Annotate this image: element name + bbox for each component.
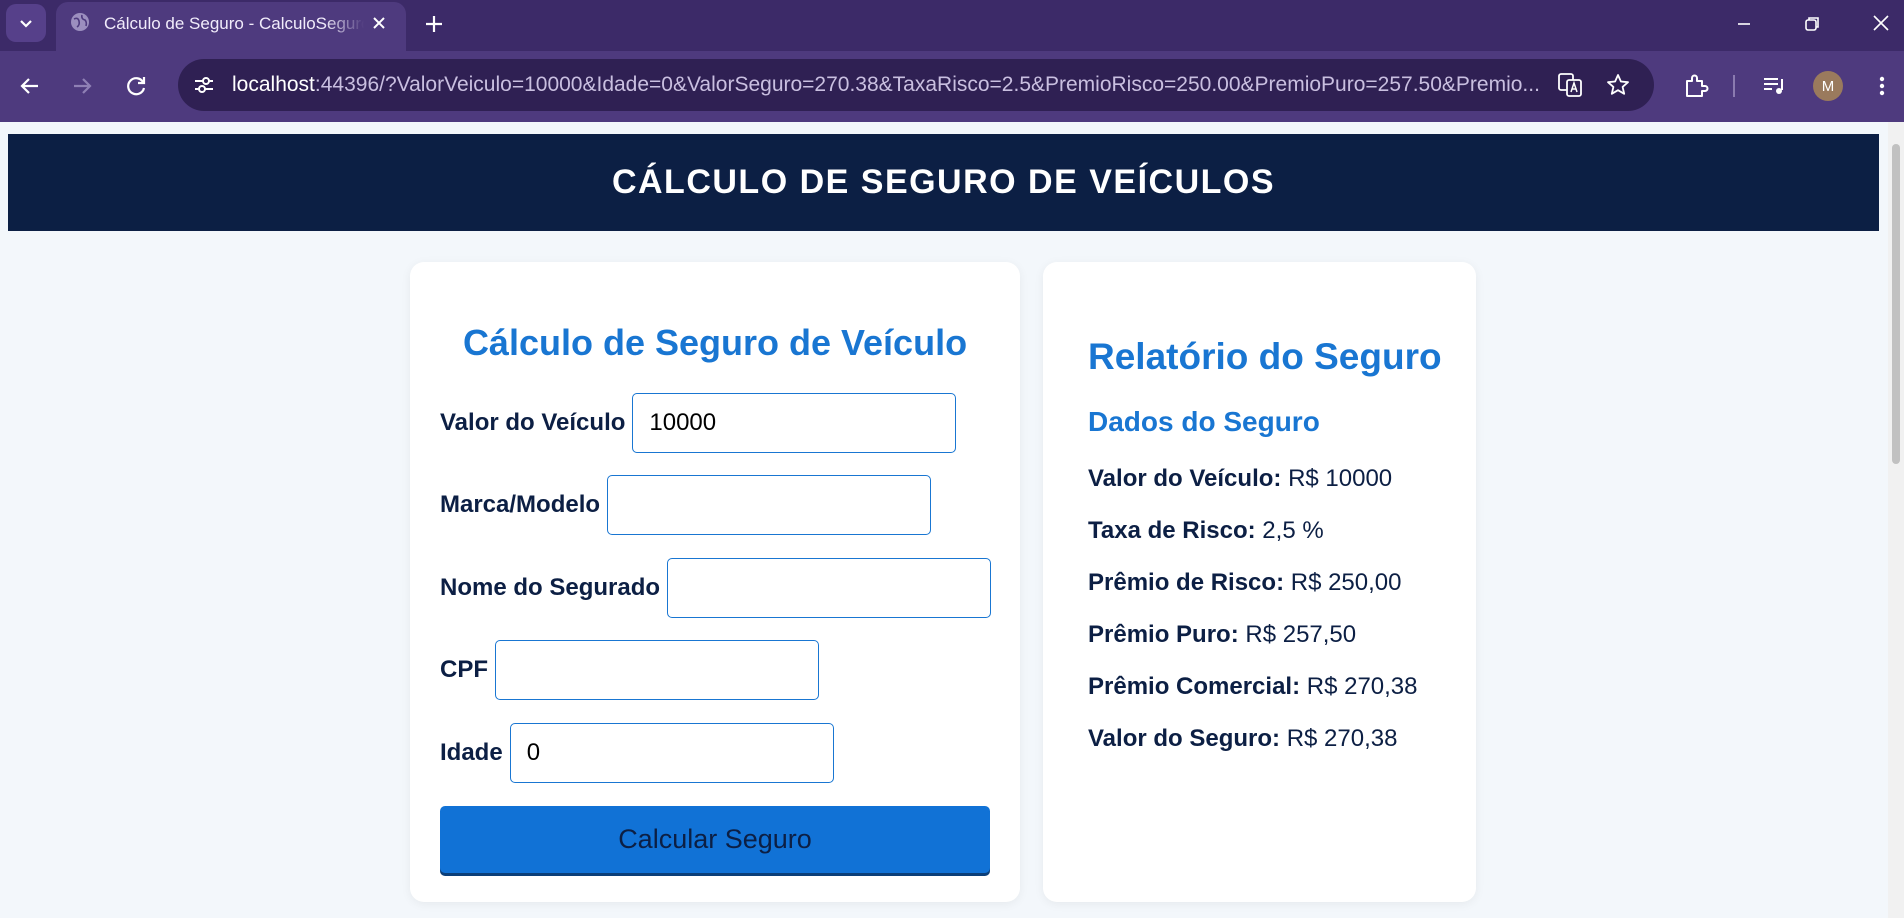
idade-label: Idade bbox=[440, 739, 503, 766]
minimize-icon[interactable] bbox=[1730, 10, 1758, 38]
translate-icon[interactable] bbox=[1556, 71, 1584, 99]
tab-title: Cálculo de Seguro - CalculoSeguro bbox=[104, 14, 364, 34]
page-header: CÁLCULO DE SEGURO DE VEÍCULOS bbox=[8, 134, 1879, 231]
profile-avatar[interactable]: M bbox=[1813, 71, 1843, 101]
idade-input[interactable] bbox=[509, 723, 834, 783]
browser-tab-active[interactable]: Cálculo de Seguro - CalculoSeguro bbox=[56, 2, 406, 51]
page-scrollbar[interactable] bbox=[1888, 122, 1904, 918]
report-label: Valor do Veículo: bbox=[1088, 465, 1282, 492]
calcular-seguro-button[interactable]: Calcular Seguro bbox=[440, 806, 990, 873]
nome-segurado-label: Nome do Segurado bbox=[440, 574, 661, 601]
report-value: R$ 257,50 bbox=[1245, 621, 1357, 648]
report-value: R$ 10000 bbox=[1288, 465, 1393, 492]
url-host: localhost bbox=[232, 73, 315, 96]
report-value: R$ 270,38 bbox=[1286, 725, 1398, 752]
site-settings-icon[interactable] bbox=[190, 71, 218, 99]
extensions-icon[interactable] bbox=[1680, 70, 1712, 102]
report-line-premio-comercial: Prêmio Comercial: R$ 270,38 bbox=[1088, 673, 1418, 701]
report-value: R$ 270,38 bbox=[1306, 673, 1418, 700]
field-row-idade: Idade bbox=[440, 723, 834, 783]
url-path: :44396/?ValorVeiculo=10000&Idade=0&Valor… bbox=[314, 73, 1540, 96]
report-label: Valor do Seguro: bbox=[1088, 725, 1281, 752]
report-label: Prêmio Comercial: bbox=[1088, 673, 1301, 700]
valor-veiculo-input[interactable] bbox=[632, 393, 957, 453]
browser-tab-bar: Cálculo de Seguro - CalculoSeguro bbox=[0, 0, 1904, 51]
marca-modelo-input[interactable] bbox=[607, 475, 932, 535]
plus-icon[interactable] bbox=[420, 10, 448, 38]
report-line-valor-seguro: Valor do Seguro: R$ 270,38 bbox=[1088, 725, 1397, 753]
star-icon[interactable] bbox=[1604, 71, 1632, 99]
insurance-form-card: Cálculo de Seguro de Veículo Valor do Ve… bbox=[410, 262, 1020, 902]
page-title: CÁLCULO DE SEGURO DE VEÍCULOS bbox=[611, 163, 1276, 201]
browser-toolbar: localhost:44396/?ValorVeiculo=10000&Idad… bbox=[0, 51, 1904, 122]
tab-search-button[interactable] bbox=[6, 4, 46, 42]
url-text[interactable]: localhost:44396/?ValorVeiculo=10000&Idad… bbox=[232, 73, 1712, 97]
valor-veiculo-label: Valor do Veículo bbox=[440, 409, 626, 436]
field-row-marca-modelo: Marca/Modelo bbox=[440, 475, 932, 535]
globe-icon bbox=[71, 13, 89, 31]
report-value: R$ 250,00 bbox=[1290, 569, 1402, 596]
media-icon[interactable] bbox=[1758, 70, 1790, 102]
close-window-icon[interactable] bbox=[1866, 8, 1896, 38]
field-row-nome-segurado: Nome do Segurado bbox=[440, 558, 992, 618]
form-title: Cálculo de Seguro de Veículo bbox=[462, 322, 968, 363]
insurance-report-card: Relatório do Seguro Dados do Seguro Valo… bbox=[1043, 262, 1476, 902]
forward-icon[interactable] bbox=[66, 70, 98, 102]
nome-segurado-input[interactable] bbox=[667, 558, 992, 618]
report-line-valor-veiculo: Valor do Veículo: R$ 10000 bbox=[1088, 465, 1392, 493]
report-label: Prêmio de Risco: bbox=[1088, 569, 1285, 596]
report-subtitle: Dados do Seguro bbox=[1088, 406, 1320, 437]
address-bar[interactable]: localhost:44396/?ValorVeiculo=10000&Idad… bbox=[178, 59, 1654, 111]
report-line-premio-risco: Prêmio de Risco: R$ 250,00 bbox=[1088, 569, 1402, 597]
report-label: Taxa de Risco: bbox=[1088, 517, 1256, 544]
scrollbar-thumb[interactable] bbox=[1892, 144, 1900, 464]
field-row-cpf: CPF bbox=[440, 640, 819, 700]
report-label: Prêmio Puro: bbox=[1088, 621, 1239, 648]
page-viewport: CÁLCULO DE SEGURO DE VEÍCULOS Cálculo de… bbox=[0, 122, 1904, 918]
back-icon[interactable] bbox=[14, 70, 46, 102]
cpf-input[interactable] bbox=[495, 640, 819, 700]
marca-modelo-label: Marca/Modelo bbox=[440, 491, 601, 518]
chevron-down-icon bbox=[20, 20, 32, 28]
restore-icon[interactable] bbox=[1798, 10, 1826, 38]
report-value: 2,5 % bbox=[1262, 517, 1324, 544]
cpf-label: CPF bbox=[440, 656, 488, 683]
field-row-valor-veiculo: Valor do Veículo bbox=[440, 393, 957, 453]
report-line-taxa-risco: Taxa de Risco: 2,5 % bbox=[1088, 517, 1324, 545]
reload-icon[interactable] bbox=[120, 70, 152, 102]
close-icon[interactable] bbox=[368, 12, 390, 34]
more-icon[interactable] bbox=[1868, 70, 1896, 102]
toolbar-divider bbox=[1733, 75, 1735, 97]
report-title: Relatório do Seguro bbox=[1088, 336, 1442, 377]
report-line-premio-puro: Prêmio Puro: R$ 257,50 bbox=[1088, 621, 1356, 649]
